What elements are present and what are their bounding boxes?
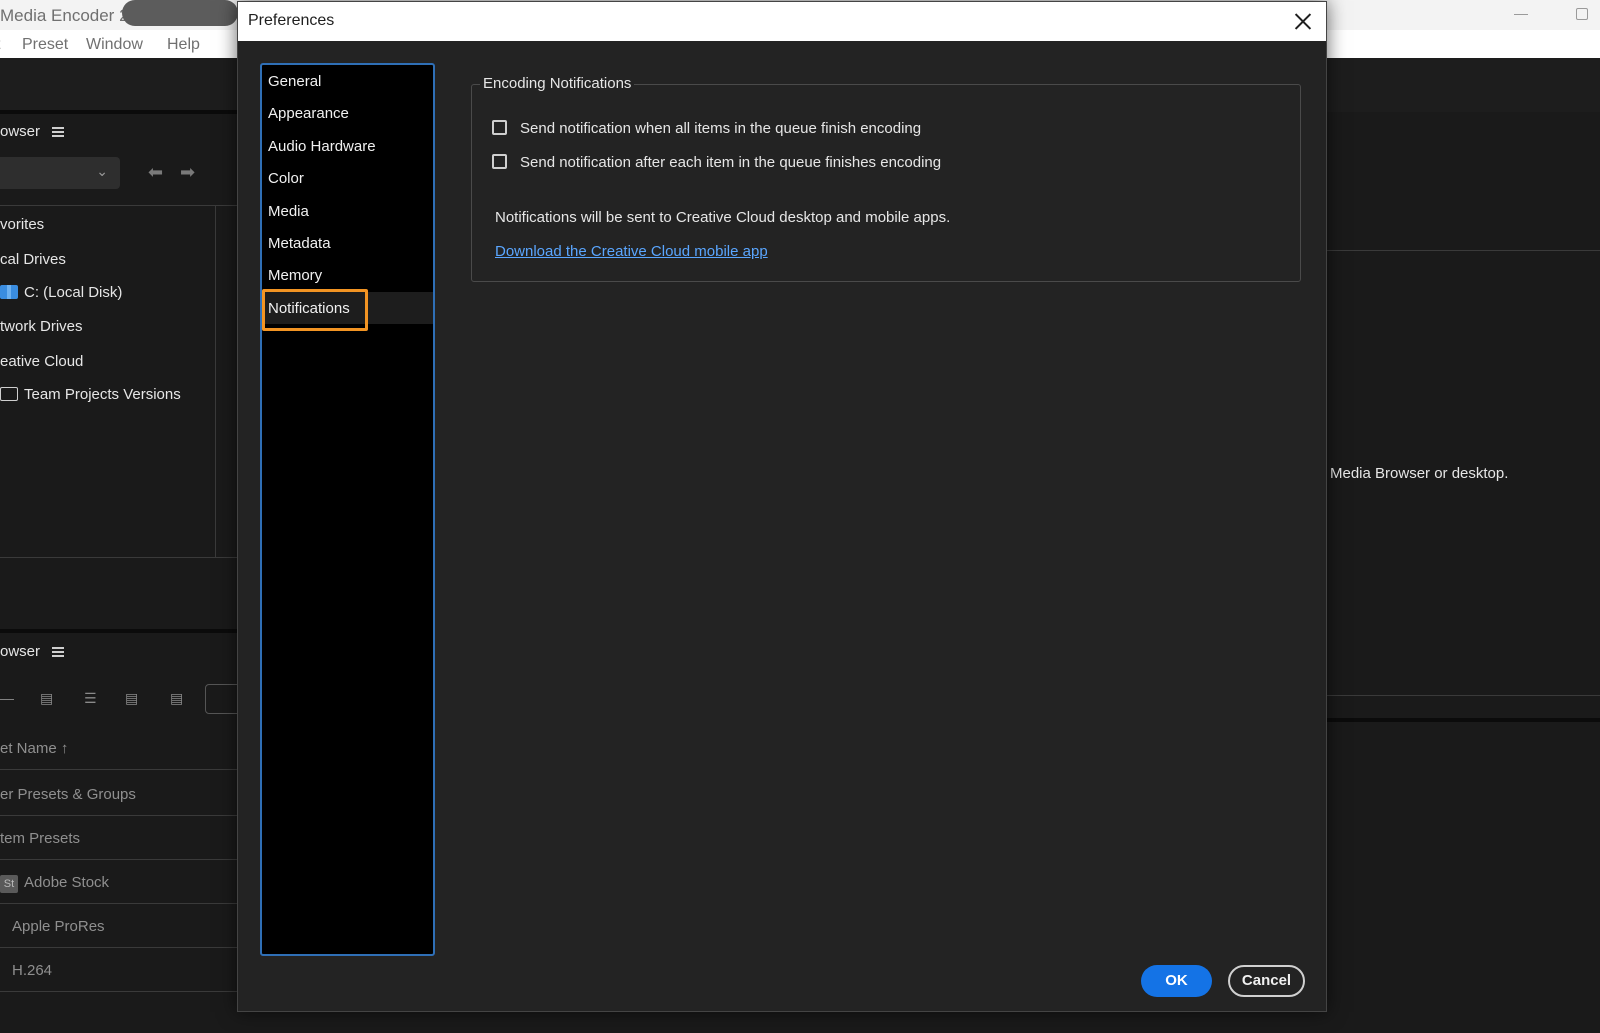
- tree-item-local-drives[interactable]: cal Drives: [0, 251, 66, 268]
- minimize-icon[interactable]: [1514, 14, 1528, 15]
- notify-all-finished-option[interactable]: Send notification when all items in the …: [492, 120, 921, 137]
- preset-row[interactable]: tem Presets: [0, 816, 240, 860]
- panel-divider: [0, 110, 240, 114]
- queue-hint-text: Media Browser or desktop.: [1330, 465, 1509, 482]
- tree-item-favorites[interactable]: vorites: [0, 216, 44, 233]
- preference-category-list: General Appearance Audio Hardware Color …: [260, 63, 435, 956]
- preset-name-column-header[interactable]: et Name ↑: [0, 740, 68, 757]
- section-title: Encoding Notifications: [480, 75, 635, 92]
- divider: [1327, 250, 1600, 251]
- tree-item-team-projects[interactable]: Team Projects Versions: [0, 386, 181, 403]
- back-arrow-icon[interactable]: ⬅: [148, 162, 163, 183]
- minus-icon[interactable]: —: [0, 690, 20, 706]
- new-group-icon[interactable]: ▤: [40, 690, 60, 706]
- import-preset-icon[interactable]: ▤: [125, 690, 145, 706]
- category-memory[interactable]: Memory: [262, 259, 433, 291]
- location-dropdown[interactable]: ⌄: [0, 157, 120, 189]
- preset-browser-title: owser: [0, 643, 41, 660]
- divider: [0, 557, 240, 558]
- redacted-filename: [122, 0, 238, 26]
- tree-item-creative-cloud[interactable]: eative Cloud: [0, 353, 83, 370]
- settings-sliders-icon[interactable]: ☰: [84, 690, 104, 706]
- forward-arrow-icon[interactable]: ➡: [180, 162, 195, 183]
- dialog-titlebar: Preferences: [238, 2, 1326, 41]
- category-general[interactable]: General: [262, 65, 433, 97]
- download-mobile-app-link[interactable]: Download the Creative Cloud mobile app: [495, 243, 768, 260]
- panel-divider: [215, 206, 216, 558]
- tree-item-c-drive[interactable]: C: (Local Disk): [0, 284, 122, 301]
- category-notifications[interactable]: Notifications: [262, 288, 433, 331]
- divider: [0, 769, 240, 770]
- panel-menu-icon[interactable]: [52, 647, 64, 657]
- checkbox-label: Send notification after each item in the…: [520, 154, 942, 171]
- export-preset-icon[interactable]: ▤: [170, 690, 190, 706]
- preferences-dialog: Preferences General Appearance Audio Har…: [237, 1, 1327, 1012]
- notify-each-finished-option[interactable]: Send notification after each item in the…: [492, 154, 941, 171]
- notify-each-finished-checkbox[interactable]: [492, 154, 507, 169]
- category-media[interactable]: Media: [262, 195, 433, 227]
- category-color[interactable]: Color: [262, 162, 433, 194]
- cancel-button[interactable]: Cancel: [1228, 965, 1305, 997]
- preset-row[interactable]: St Adobe Stock: [0, 860, 240, 904]
- panel-menu-icon[interactable]: [52, 127, 64, 137]
- menu-item-help[interactable]: Help: [167, 36, 200, 54]
- encoding-notifications-group: Encoding Notifications Send notification…: [471, 75, 1301, 282]
- tree-item-label: Team Projects Versions: [24, 386, 181, 403]
- tree-item-label: C: (Local Disk): [24, 284, 123, 301]
- panel-divider: [1327, 718, 1600, 722]
- app-title: Media Encoder 2: [0, 6, 129, 25]
- divider: [1327, 695, 1600, 696]
- ok-button[interactable]: OK: [1141, 965, 1212, 997]
- checkbox-label: Send notification when all items in the …: [520, 120, 922, 137]
- category-appearance[interactable]: Appearance: [262, 97, 433, 129]
- preset-row[interactable]: er Presets & Groups: [0, 772, 240, 816]
- divider: [0, 205, 240, 206]
- team-projects-icon: [0, 387, 18, 401]
- category-audio-hardware[interactable]: Audio Hardware: [262, 130, 433, 162]
- restore-icon[interactable]: [1576, 8, 1588, 20]
- menu-item-preset[interactable]: Preset: [22, 36, 68, 54]
- menu-item-window[interactable]: Window: [86, 36, 143, 54]
- chevron-down-icon: ⌄: [96, 163, 108, 179]
- disk-icon: [0, 285, 18, 299]
- preset-row[interactable]: H.264: [0, 948, 240, 992]
- tree-item-network-drives[interactable]: twork Drives: [0, 318, 83, 335]
- notification-info-text: Notifications will be sent to Creative C…: [495, 209, 951, 226]
- category-metadata[interactable]: Metadata: [262, 227, 433, 259]
- adobe-stock-badge: St: [0, 875, 18, 893]
- media-browser-title: owser: [0, 123, 41, 140]
- panel-divider: [0, 629, 240, 633]
- notify-all-finished-checkbox[interactable]: [492, 120, 507, 135]
- close-icon[interactable]: [1292, 10, 1314, 32]
- dialog-title: Preferences: [248, 12, 335, 29]
- preset-row[interactable]: Apple ProRes: [0, 904, 240, 948]
- sort-arrow-up-icon: ↑: [60, 740, 69, 757]
